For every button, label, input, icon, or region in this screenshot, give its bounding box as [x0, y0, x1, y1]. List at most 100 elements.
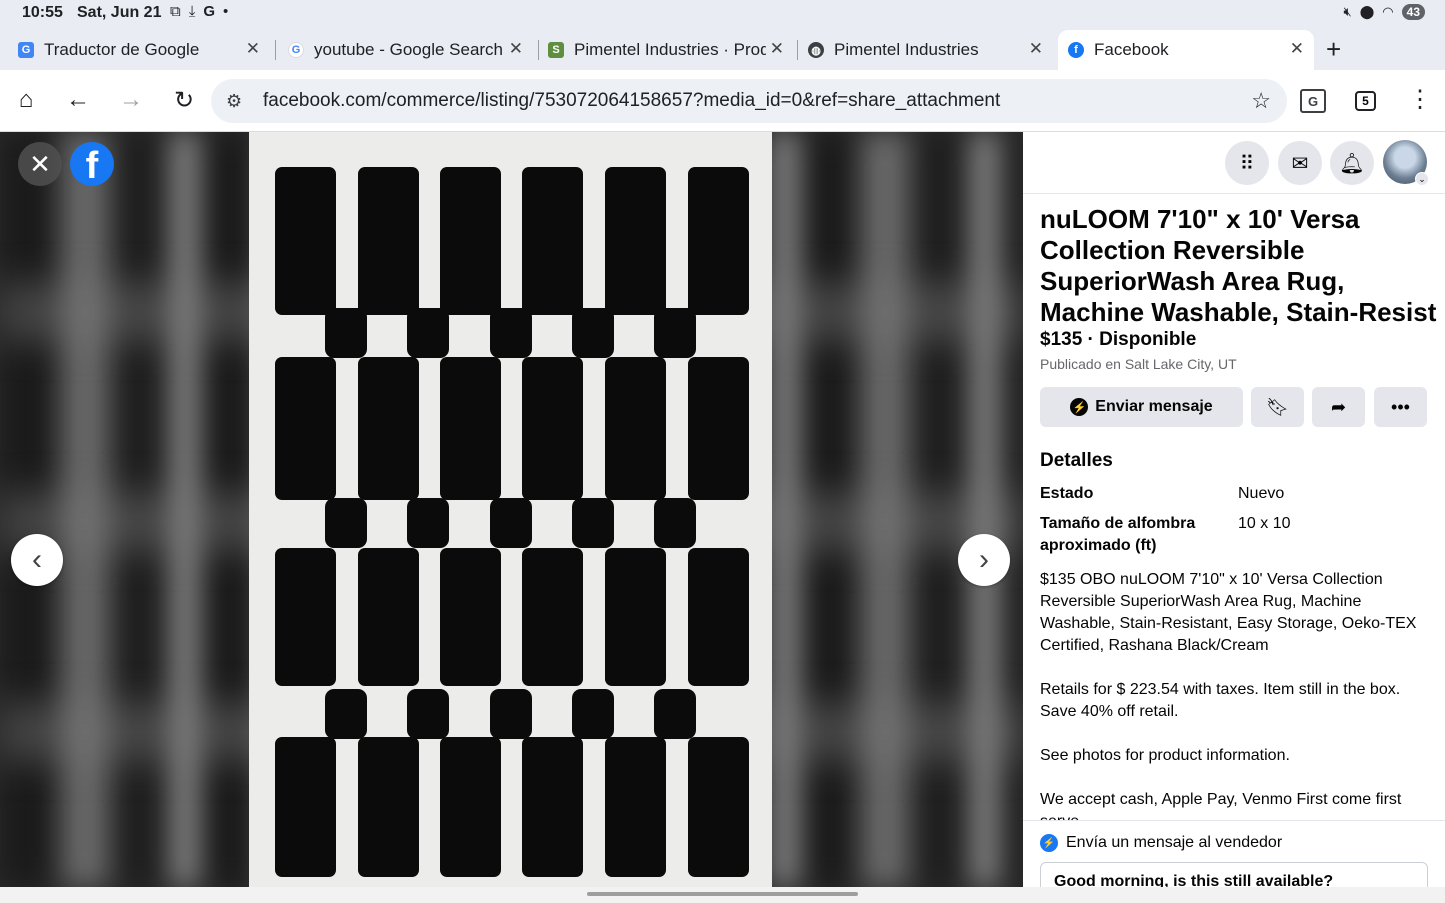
listing-location: Publicado en Salt Lake City, UT [1040, 356, 1237, 372]
gesture-handle[interactable] [587, 892, 858, 896]
bookmark-star-icon[interactable]: ☆ [1251, 88, 1271, 114]
rug-pattern-block [522, 167, 583, 315]
rug-pattern-block [407, 689, 449, 739]
rug-pattern-block [522, 357, 583, 500]
battery-icon: 43 [1401, 4, 1425, 20]
tab-pimentel-products[interactable]: S Pimentel Industries · Products ✕ [548, 30, 794, 70]
description-paragraph: See photos for product information. [1040, 747, 1290, 764]
rug-pattern-block [275, 737, 336, 877]
share-button[interactable]: ➦ [1312, 387, 1365, 427]
rug-pattern-block [572, 308, 614, 358]
menu-grid-icon[interactable]: ⠿ [1225, 141, 1269, 185]
rug-pattern-block [358, 357, 419, 500]
rug-pattern-block [572, 498, 614, 548]
tab-pimentel[interactable]: ◍ Pimentel Industries ✕ [808, 30, 1053, 70]
more-menu-icon[interactable]: ⋮ [1408, 88, 1432, 112]
more-options-button[interactable]: ••• [1374, 387, 1427, 427]
status-bar: 10:55 Sat, Jun 21 ⧉ ⤓ G • 🔇︎ ⬤ ◠ 43 [0, 0, 1445, 28]
facebook-logo-icon[interactable]: f [70, 142, 114, 186]
listing-price: $135 · Disponible [1040, 329, 1196, 351]
messenger-icon: ⚡ [1070, 398, 1089, 416]
rug-pattern-block [440, 357, 501, 500]
close-icon[interactable]: ✕ [770, 39, 784, 59]
listing-panel: ⠿ ✉ 🔔︎ ⌄ nuLOOM 7'10" x 10' Versa Collec… [1023, 132, 1445, 887]
location-icon: ⬤ [1359, 4, 1375, 19]
reload-icon[interactable]: ↻ [170, 86, 198, 114]
rug-pattern-block [688, 167, 749, 315]
tab-label: youtube - Google Search [314, 40, 502, 59]
tab-label: Facebook [1094, 40, 1169, 59]
listing-title: nuLOOM 7'10" x 10' Versa Collection Reve… [1040, 204, 1437, 327]
gesture-bar [0, 887, 1445, 903]
google-translate-icon: G [18, 42, 34, 58]
tab-label: Traductor de Google [44, 40, 200, 59]
close-viewer-button[interactable]: ✕ [18, 142, 62, 186]
rug-pattern-block [325, 689, 367, 739]
rug-pattern-block [325, 498, 367, 548]
previous-photo-button[interactable]: ‹ [11, 534, 63, 586]
tab-translate[interactable]: G Traductor de Google ✕ [18, 30, 270, 70]
tab-strip: G Traductor de Google ✕ G youtube - Goog… [0, 28, 1445, 70]
rug-pattern-block [688, 737, 749, 877]
rug-pattern-block [275, 167, 336, 315]
price-value: $135 [1040, 329, 1083, 350]
rug-pattern-block [654, 498, 696, 548]
description-paragraph: Retails for $ 223.54 with taxes. Item st… [1040, 681, 1401, 720]
rug-pattern-block [490, 689, 532, 739]
home-icon[interactable]: ⌂ [12, 86, 40, 114]
rug-pattern-block [688, 357, 749, 500]
site-settings-icon[interactable]: ⚙ [226, 91, 242, 112]
url-text[interactable]: facebook.com/commerce/listing/7530720641… [263, 90, 1000, 112]
next-photo-button[interactable]: › [958, 534, 1010, 586]
rug-pattern-block [407, 498, 449, 548]
tab-youtube-search[interactable]: G youtube - Google Search ✕ [288, 30, 533, 70]
save-button[interactable]: 🔖︎ [1251, 387, 1304, 427]
media-viewer: ✕ f ‹ › [0, 132, 1023, 887]
forward-icon[interactable]: → [117, 86, 145, 114]
google-g-icon: G [288, 42, 304, 58]
new-tab-button[interactable]: + [1326, 34, 1341, 65]
rug-pattern-block [358, 737, 419, 877]
chevron-down-icon[interactable]: ⌄ [1415, 172, 1429, 186]
rug-pattern-block [275, 357, 336, 500]
messenger-icon[interactable]: ✉ [1278, 141, 1322, 185]
send-message-button[interactable]: ⚡ Enviar mensaje [1040, 387, 1243, 427]
translate-icon[interactable]: G [1300, 89, 1326, 113]
rug-pattern-block [440, 167, 501, 315]
rug-pattern-block [572, 689, 614, 739]
close-icon[interactable]: ✕ [1290, 39, 1304, 59]
rug-pattern-block [440, 737, 501, 877]
detail-value: Nuevo [1238, 485, 1285, 502]
mute-icon: 🔇︎ [1343, 4, 1352, 19]
detail-key: Tamaño de alfombra aproximado (ft) [1040, 515, 1196, 554]
tab-switcher-button[interactable]: 5 [1355, 91, 1376, 111]
message-input[interactable]: Good morning, is this still available? [1040, 862, 1428, 887]
status-system-icons: 🔇︎ ⬤ ◠ 43 [1344, 4, 1425, 20]
tab-separator [538, 40, 539, 60]
rug-pattern-block [490, 498, 532, 548]
close-icon[interactable]: ✕ [246, 39, 260, 59]
description-paragraph: $135 OBO nuLOOM 7'10" x 10' Versa Collec… [1040, 571, 1417, 654]
rug-pattern-block [654, 689, 696, 739]
globe-icon: ◍ [808, 42, 824, 58]
tab-facebook[interactable]: f Facebook ✕ [1058, 30, 1314, 70]
listing-actions: ⚡ Enviar mensaje 🔖︎ ➦ ••• [1040, 387, 1430, 427]
status-notification-icons: ⧉ ⤓ G • [170, 3, 228, 20]
rug-pattern-block [407, 308, 449, 358]
notifications-bell-icon[interactable]: 🔔︎ [1330, 141, 1374, 185]
send-message-label: Enviar mensaje [1095, 398, 1213, 415]
message-seller-box: ⚡ Envía un mensaje al vendedor Good morn… [1023, 820, 1445, 887]
message-seller-heading: ⚡ Envía un mensaje al vendedor [1040, 834, 1282, 852]
shopify-bag-icon: S [548, 42, 564, 58]
message-seller-label: Envía un mensaje al vendedor [1066, 834, 1283, 851]
back-icon[interactable]: ← [64, 86, 92, 114]
tab-separator [797, 40, 798, 60]
close-icon[interactable]: ✕ [1029, 39, 1043, 59]
rug-pattern-block [275, 548, 336, 686]
rug-pattern-block [325, 308, 367, 358]
rug-pattern-block [605, 548, 666, 686]
close-icon[interactable]: ✕ [509, 39, 523, 59]
rug-pattern-block [490, 308, 532, 358]
address-bar[interactable]: ⚙ facebook.com/commerce/listing/75307206… [211, 79, 1287, 123]
tab-separator [275, 40, 276, 60]
